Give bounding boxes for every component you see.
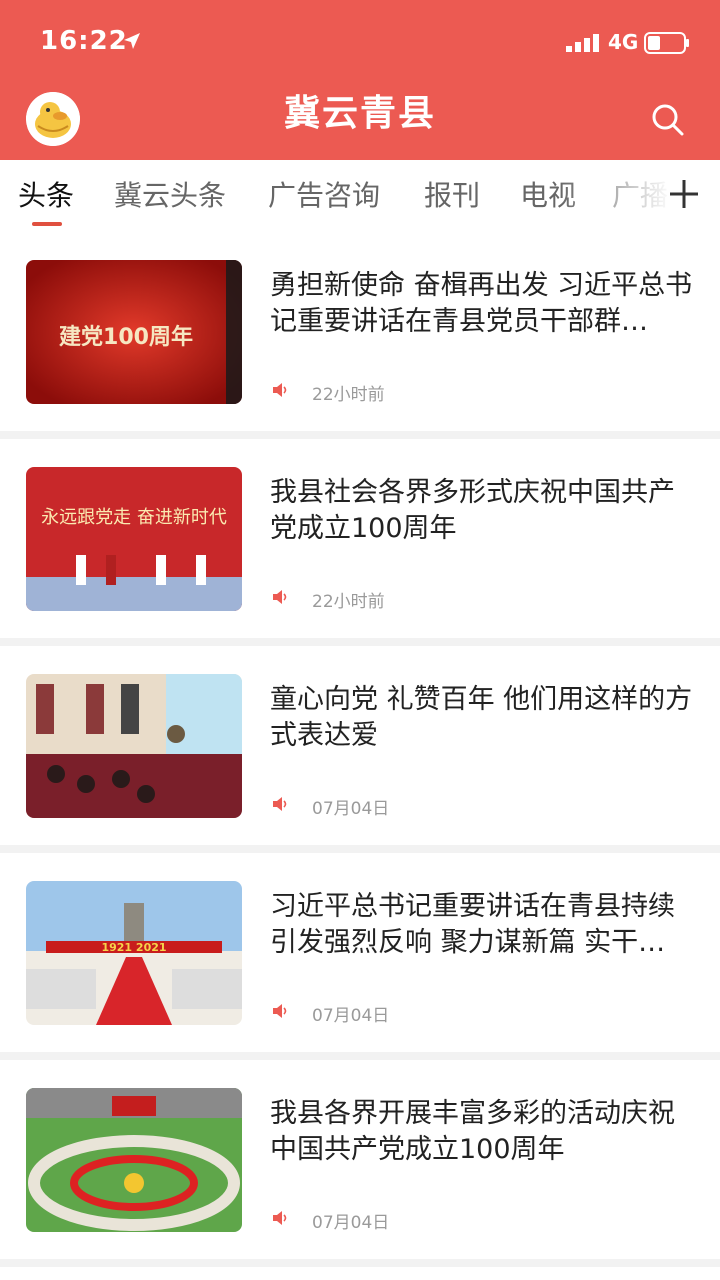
thumb-caption: 建党100周年: [59, 324, 193, 350]
signal-icon: [566, 34, 599, 52]
news-title: 我县社会各界多形式庆祝中国共产党成立100周年: [270, 477, 675, 544]
divider: [0, 1259, 720, 1267]
thumb-caption: 永远跟党走 奋进新时代: [41, 507, 227, 528]
news-time: 22小时前: [312, 385, 385, 405]
news-item[interactable]: 1921 2021 习近平总书记重要讲话在青县持续引发强烈反响 聚力谋新篇 实干…: [0, 853, 720, 1060]
news-thumbnail: 建党100周年: [26, 260, 242, 404]
thumb-caption: 1921 2021: [101, 941, 166, 954]
news-time: 07月04日: [312, 799, 390, 819]
news-title: 习近平总书记重要讲话在青县持续引发强烈反响 聚力谋新篇 实干…: [270, 891, 675, 958]
channel-tabs: 头条 冀云头条 广告咨询 报刊 电视 广播: [0, 160, 720, 232]
active-tab-indicator: [32, 222, 62, 226]
news-thumbnail: [26, 674, 242, 818]
plus-icon[interactable]: [666, 176, 702, 212]
app-header: 16:22 4G 冀云青县: [0, 0, 720, 160]
news-thumbnail: 永远跟党走 奋进新时代: [26, 467, 242, 611]
status-time: 16:22: [40, 26, 128, 56]
news-thumbnail: [26, 1088, 242, 1232]
divider: [0, 638, 720, 646]
speaker-icon: [273, 590, 287, 604]
news-item[interactable]: 永远跟党走 奋进新时代 我县社会各界多形式庆祝中国共产党成立100周年 22小时…: [0, 439, 720, 646]
news-item[interactable]: 建党100周年 勇担新使命 奋楫再出发 习近平总书记重要讲话在青县党员干部群… …: [0, 232, 720, 439]
network-type: 4G: [608, 30, 639, 54]
page-title: 冀云青县: [283, 93, 436, 134]
divider: [0, 431, 720, 439]
tab-ad-consulting[interactable]: 广告咨询: [268, 174, 380, 214]
speaker-icon: [273, 1004, 287, 1018]
search-icon[interactable]: [648, 100, 688, 140]
battery-icon: [644, 32, 689, 54]
tab-jiyun-headlines[interactable]: 冀云头条: [114, 174, 226, 214]
speaker-icon: [273, 1211, 287, 1225]
news-title: 童心向党 礼赞百年 他们用这样的方式表达爱: [270, 684, 693, 751]
news-item[interactable]: 童心向党 礼赞百年 他们用这样的方式表达爱 07月04日: [0, 646, 720, 853]
news-title: 我县各界开展丰富多彩的活动庆祝中国共产党成立100周年: [270, 1098, 675, 1165]
news-title: 勇担新使命 奋楫再出发 习近平总书记重要讲话在青县党员干部群…: [270, 270, 693, 337]
news-thumbnail: 1921 2021: [26, 881, 242, 1025]
location-arrow-icon: [124, 33, 140, 49]
news-time: 07月04日: [312, 1213, 390, 1233]
news-time: 07月04日: [312, 1006, 390, 1026]
divider: [0, 845, 720, 853]
news-item[interactable]: 我县各界开展丰富多彩的活动庆祝中国共产党成立100周年 07月04日: [0, 1060, 720, 1267]
news-time: 22小时前: [312, 592, 385, 612]
speaker-icon: [273, 383, 287, 397]
speaker-icon: [273, 797, 287, 811]
tab-newspaper[interactable]: 报刊: [424, 174, 480, 214]
divider: [0, 1052, 720, 1060]
tab-headlines[interactable]: 头条: [18, 174, 74, 214]
